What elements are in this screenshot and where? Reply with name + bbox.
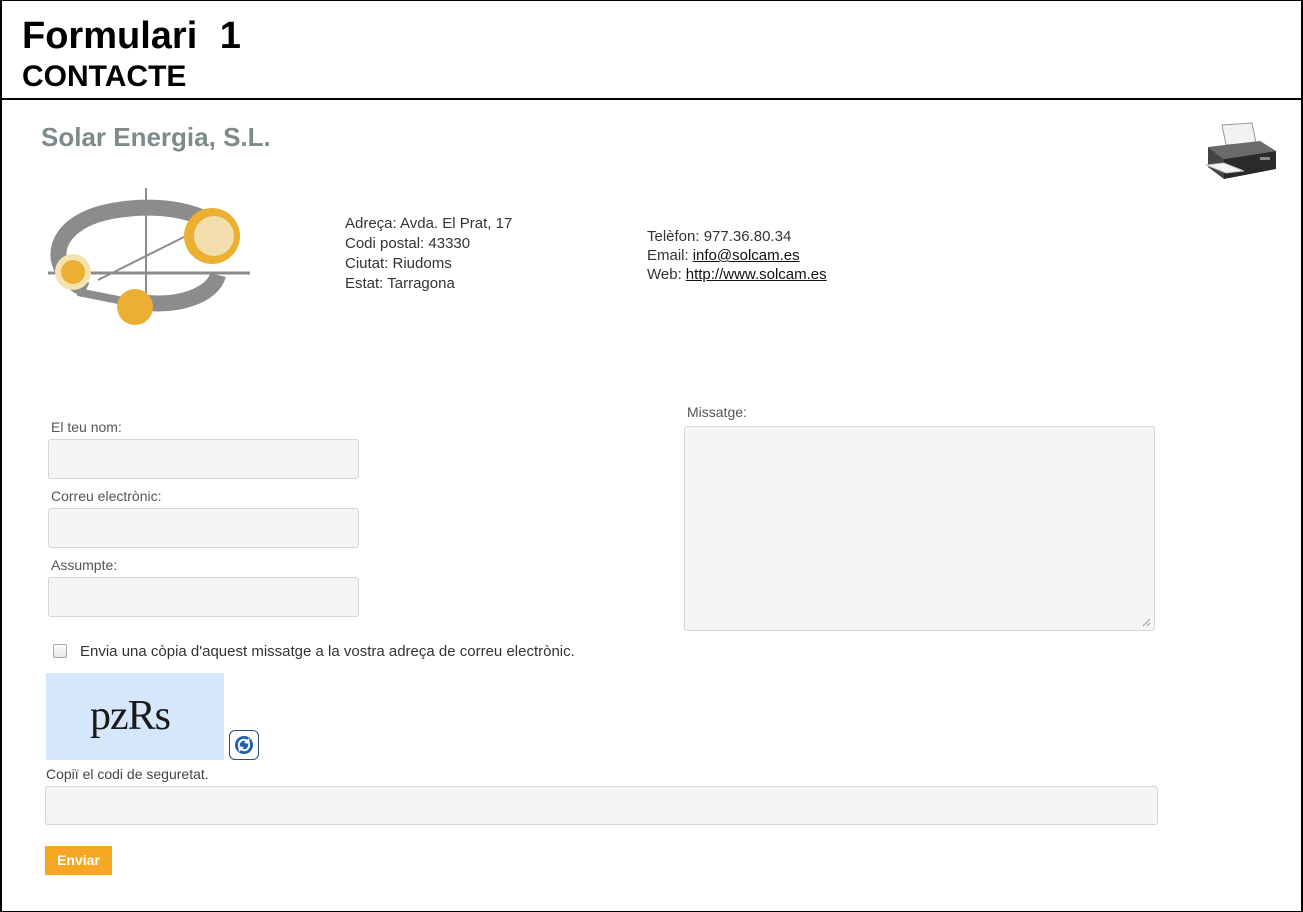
phone-line: Telèfon: 977.36.80.34: [647, 228, 792, 245]
email-line: Email: info@solcam.es: [647, 246, 827, 265]
security-code-input[interactable]: [45, 786, 1158, 825]
document-title: Formulari 1: [22, 15, 241, 57]
email-field-label: Correu electrònic:: [51, 488, 162, 504]
email-label: Email:: [647, 247, 689, 264]
web-link[interactable]: http://www.solcam.es: [686, 266, 827, 283]
subject-input[interactable]: [48, 577, 359, 617]
message-label: Missatge:: [687, 404, 747, 420]
email-link[interactable]: info@solcam.es: [693, 247, 800, 264]
company-logo: [38, 180, 260, 335]
web-line: Web: http://www.solcam.es: [647, 265, 827, 284]
name-input[interactable]: [48, 439, 359, 479]
contact-block: Telèfon: 977.36.80.34 Email: info@solcam.…: [647, 227, 827, 284]
printer-icon[interactable]: [1200, 121, 1278, 183]
web-label: Web:: [647, 266, 682, 283]
message-textarea[interactable]: [684, 426, 1155, 631]
state-line: Estat: Tarragona: [345, 275, 455, 292]
document-subtitle: CONTACTE: [22, 60, 187, 93]
document-header: Formulari 1 CONTACTE: [0, 0, 1303, 100]
email-input[interactable]: [48, 508, 359, 548]
postal-code-line: Codi postal: 43330: [345, 235, 471, 252]
address-block: Adreça: Avda. El Prat, 17 Codi postal: 4…: [345, 214, 512, 294]
send-button[interactable]: Enviar: [45, 846, 112, 875]
resize-handle-icon[interactable]: [1142, 618, 1151, 627]
subject-label: Assumpte:: [51, 557, 118, 573]
security-code-label: Copiï el codi de seguretat.: [46, 766, 209, 782]
address-line: Adreça: Avda. El Prat, 17: [345, 215, 513, 232]
copy-checkbox-label: Envia una còpia d'aquest missatge a la v…: [80, 643, 575, 660]
city-line: Ciutat: Riudoms: [345, 255, 452, 272]
captcha-image: pzRs: [46, 673, 224, 760]
copy-checkbox[interactable]: [53, 644, 67, 658]
name-label: El teu nom:: [51, 419, 122, 435]
refresh-icon[interactable]: [229, 730, 259, 760]
captcha-text: pzRs: [90, 693, 171, 739]
company-name: Solar Energia, S.L.: [41, 122, 271, 152]
